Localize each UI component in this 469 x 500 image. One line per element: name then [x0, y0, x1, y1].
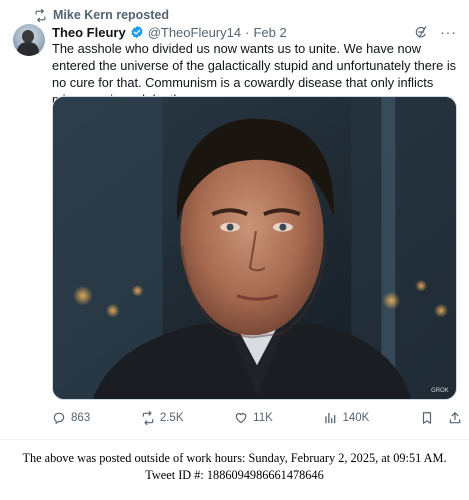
- repost-icon: [35, 8, 46, 22]
- author-name[interactable]: Theo Fleury: [52, 25, 126, 40]
- views-button[interactable]: 140K: [323, 411, 369, 425]
- reply-count: 863: [71, 412, 91, 424]
- action-bar: 863 2.5K 11K 140K: [52, 408, 462, 428]
- bookmark-icon[interactable]: [420, 411, 434, 425]
- view-count: 140K: [342, 412, 370, 424]
- avatar[interactable]: [13, 24, 45, 56]
- author-handle[interactable]: @TheoFleury14: [148, 25, 241, 40]
- repost-button[interactable]: 2.5K: [141, 411, 184, 425]
- caption-line-time: The above was posted outside of work hou…: [22, 451, 447, 465]
- tweet-header: Theo Fleury @TheoFleury14 · Feb 2 ···: [52, 23, 457, 41]
- heart-icon: [235, 413, 247, 424]
- portrait-photo: GROK: [53, 97, 456, 399]
- tweet-card[interactable]: Mike Kern reposted Theo Fleury @TheoFleu…: [0, 0, 469, 440]
- grok-icon[interactable]: [414, 25, 428, 39]
- repost-indicator[interactable]: Mike Kern reposted: [34, 7, 169, 23]
- repost-count: 2.5K: [159, 412, 184, 424]
- header-separator: ·: [245, 24, 250, 40]
- tweet-date[interactable]: Feb 2: [253, 25, 286, 40]
- repost-icon: [142, 411, 154, 425]
- like-button[interactable]: 11K: [234, 411, 273, 425]
- caption-line-tweet-id: Tweet ID #: 1886094986661478646: [145, 468, 324, 482]
- share-icon[interactable]: [448, 411, 462, 425]
- verified-badge-icon[interactable]: [130, 25, 144, 39]
- views-chart-icon: [325, 412, 336, 424]
- repost-text: Mike Kern reposted: [53, 8, 170, 22]
- reply-button[interactable]: 863: [52, 411, 90, 425]
- more-options-icon[interactable]: ···: [440, 24, 457, 40]
- grok-watermark: GROK: [431, 388, 449, 394]
- tweet-media-image[interactable]: GROK: [52, 96, 457, 400]
- avatar-body-shape: [17, 42, 39, 56]
- reply-icon: [53, 412, 65, 424]
- like-count: 11K: [253, 412, 273, 424]
- posting-time-caption: The above was posted outside of work hou…: [0, 450, 469, 484]
- secondary-actions: [420, 411, 462, 425]
